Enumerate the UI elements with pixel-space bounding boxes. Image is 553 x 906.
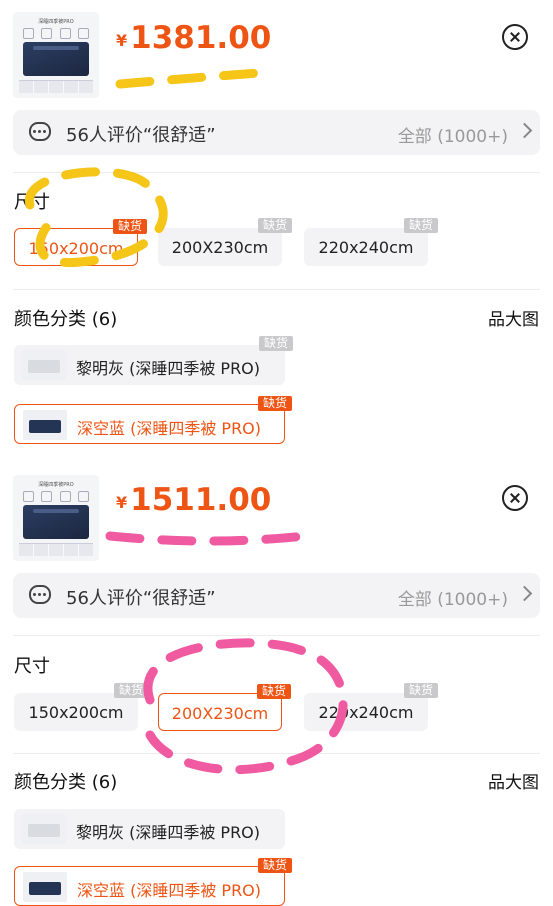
- color-option-blue[interactable]: 深空蓝 (深睡四季被 PRO) 缺货: [14, 396, 292, 444]
- size-title: 尺寸: [14, 656, 50, 677]
- out-of-stock-badge: 缺货: [403, 218, 438, 233]
- size-label: 220x240cm: [318, 238, 414, 257]
- close-icon[interactable]: [502, 24, 528, 50]
- chat-bubble-icon: [29, 585, 51, 604]
- spec-table-image: [19, 80, 93, 93]
- chat-bubble-icon: [29, 122, 51, 141]
- close-icon[interactable]: [502, 485, 528, 511]
- color-option-gray[interactable]: 黎明灰 (深睡四季被 PRO) 缺货: [14, 336, 293, 385]
- color-option-blue[interactable]: 深空蓝 (深睡四季被 PRO) 缺货: [14, 858, 292, 906]
- out-of-stock-badge: 缺货: [403, 683, 438, 698]
- color-label: 深空蓝 (深睡四季被 PRO): [77, 881, 262, 900]
- size-option-150x200[interactable]: 150x200cm 缺货: [14, 219, 147, 266]
- color-swatch-image: [23, 410, 67, 440]
- sku-panel-1: 深睡四季被PRO ¥1381.00 56人评价“很舒适” 全部 (1000+) …: [0, 0, 553, 453]
- product-thumbnail[interactable]: 深睡四季被PRO: [13, 12, 99, 98]
- out-of-stock-badge: 缺货: [257, 218, 292, 233]
- size-title: 尺寸: [14, 192, 50, 213]
- out-of-stock-badge: 缺货: [257, 858, 292, 873]
- color-option-gray[interactable]: 黎明灰 (深睡四季被 PRO): [14, 809, 285, 849]
- color-swatch-image: [22, 350, 66, 380]
- chevron-right-icon: [516, 585, 533, 602]
- color-swatch-image: [22, 814, 66, 844]
- divider: [13, 753, 540, 754]
- size-label: 200X230cm: [171, 704, 269, 723]
- feature-icons: [23, 28, 89, 39]
- size-label: 200X230cm: [171, 238, 269, 257]
- size-option-200x230[interactable]: 200X230cm 缺货: [158, 684, 291, 731]
- price: ¥1511.00: [116, 482, 271, 518]
- spec-table-image: [19, 543, 93, 556]
- out-of-stock-badge: 缺货: [256, 684, 291, 699]
- out-of-stock-badge: 缺货: [258, 336, 293, 351]
- out-of-stock-badge: 缺货: [113, 683, 148, 698]
- size-option-220x240[interactable]: 220x240cm 缺货: [304, 683, 438, 731]
- size-option-200x230[interactable]: 200X230cm 缺货: [158, 218, 292, 266]
- big-view-toggle[interactable]: 品大图: [488, 768, 539, 793]
- product-thumbnail[interactable]: 深睡四季被PRO: [13, 475, 99, 561]
- color-label: 黎明灰 (深睡四季被 PRO): [76, 823, 261, 842]
- big-view-toggle[interactable]: 品大图: [488, 305, 539, 330]
- currency-symbol: ¥: [116, 31, 128, 50]
- divider: [13, 172, 540, 173]
- out-of-stock-badge: 缺货: [112, 219, 147, 234]
- color-label: 黎明灰 (深睡四季被 PRO): [76, 359, 261, 378]
- color-title: 颜色分类 (6): [14, 772, 118, 793]
- review-all-link[interactable]: 全部 (1000+): [398, 122, 508, 147]
- thumbnail-caption: 深睡四季被PRO: [38, 482, 74, 488]
- size-label: 150x200cm: [28, 703, 124, 722]
- currency-symbol: ¥: [116, 493, 128, 512]
- size-option-150x200[interactable]: 150x200cm 缺货: [14, 683, 148, 731]
- thumbnail-caption: 深睡四季被PRO: [38, 19, 74, 25]
- feature-icons: [23, 491, 89, 502]
- price: ¥1381.00: [116, 20, 271, 56]
- review-summary: 56人评价“很舒适”: [66, 588, 216, 609]
- chevron-right-icon: [516, 122, 533, 139]
- color-swatch-image: [23, 872, 67, 902]
- divider: [13, 289, 540, 290]
- color-title: 颜色分类 (6): [14, 309, 118, 330]
- review-bar[interactable]: 56人评价“很舒适” 全部 (1000+): [13, 573, 540, 618]
- sku-panel-2: 深睡四季被PRO ¥1511.00 56人评价“很舒适” 全部 (1000+) …: [0, 453, 553, 906]
- quilt-image: [23, 505, 89, 539]
- color-label: 深空蓝 (深睡四季被 PRO): [77, 419, 262, 438]
- review-bar[interactable]: 56人评价“很舒适” 全部 (1000+): [13, 110, 540, 155]
- size-label: 150x200cm: [28, 239, 124, 258]
- price-value: 1381.00: [130, 20, 272, 56]
- review-summary: 56人评价“很舒适”: [66, 125, 216, 146]
- out-of-stock-badge: 缺货: [257, 396, 292, 411]
- size-option-220x240[interactable]: 220x240cm 缺货: [304, 218, 438, 266]
- price-value: 1511.00: [130, 482, 272, 518]
- divider: [13, 635, 540, 636]
- quilt-image: [23, 42, 89, 76]
- review-all-link[interactable]: 全部 (1000+): [398, 585, 508, 610]
- size-label: 220x240cm: [318, 703, 414, 722]
